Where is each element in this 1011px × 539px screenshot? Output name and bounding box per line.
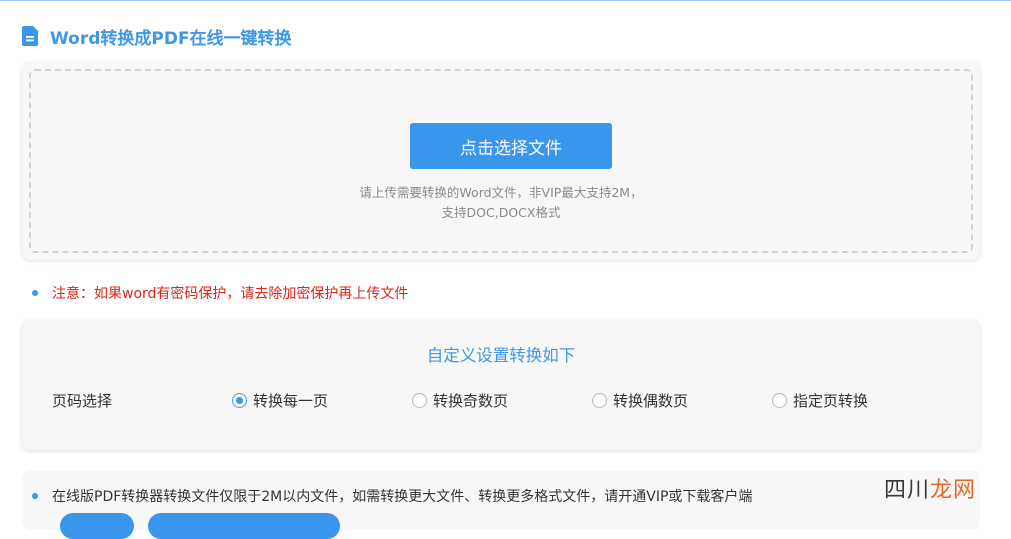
watermark-part1: 四川 (884, 478, 931, 503)
page-title: Word转换成PDF在线一键转换 (50, 28, 292, 49)
upload-hint-line2: 支持DOC,DOCX格式 (441, 205, 561, 220)
info-row: 在线版PDF转换器转换文件仅限于2M以内文件，如需转换更大文件、转换更多格式文件… (32, 486, 752, 506)
info-text: 在线版PDF转换器转换文件仅限于2M以内文件，如需转换更大文件、转换更多格式文件… (52, 489, 753, 505)
watermark-part2: 龙网 (930, 478, 977, 503)
radio-odd-pages[interactable] (412, 393, 427, 408)
notice-text: 注意：如果word有密码保护，请去除加密保护再上传文件 (52, 286, 409, 302)
document-icon (22, 26, 38, 46)
page-header: Word转换成PDF在线一键转换 (22, 24, 292, 49)
select-file-button[interactable]: 点击选择文件 (410, 123, 612, 169)
page-selection-label: 页码选择 (52, 392, 113, 410)
option-label[interactable]: 转换偶数页 (613, 390, 688, 411)
option-every-page[interactable]: 转换每一页 (232, 390, 328, 411)
option-label[interactable]: 转换奇数页 (433, 390, 508, 411)
top-border (0, 0, 1011, 1)
radio-even-pages[interactable] (592, 393, 607, 408)
upload-hint-line1: 请上传需要转换的Word文件，非VIP最大支持2M， (359, 185, 643, 200)
option-even-pages[interactable]: 转换偶数页 (592, 390, 688, 411)
settings-title: 自定义设置转换如下 (426, 346, 576, 365)
settings-panel: 自定义设置转换如下 页码选择 转换每一页 转换奇数页 转换偶数页 指定页转换 (22, 320, 980, 450)
upload-area[interactable]: 点击选择文件 请上传需要转换的Word文件，非VIP最大支持2M， 支持DOC,… (22, 62, 980, 260)
radio-every-page[interactable] (232, 393, 247, 408)
bullet-icon (32, 290, 38, 296)
upload-dropzone[interactable]: 点击选择文件 请上传需要转换的Word文件，非VIP最大支持2M， 支持DOC,… (29, 69, 973, 253)
option-label[interactable]: 转换每一页 (253, 390, 328, 411)
option-specific-pages[interactable]: 指定页转换 (772, 390, 868, 411)
upload-hint: 请上传需要转换的Word文件，非VIP最大支持2M， 支持DOC,DOCX格式 (31, 183, 971, 223)
watermark-logo: 四川龙网 (884, 472, 976, 504)
option-label[interactable]: 指定页转换 (793, 390, 868, 411)
option-odd-pages[interactable]: 转换奇数页 (412, 390, 508, 411)
password-notice: 注意：如果word有密码保护，请去除加密保护再上传文件 (32, 283, 408, 303)
bullet-icon (32, 493, 38, 499)
radio-specific-pages[interactable] (772, 393, 787, 408)
info-panel: 在线版PDF转换器转换文件仅限于2M以内文件，如需转换更大文件、转换更多格式文件… (22, 470, 980, 539)
